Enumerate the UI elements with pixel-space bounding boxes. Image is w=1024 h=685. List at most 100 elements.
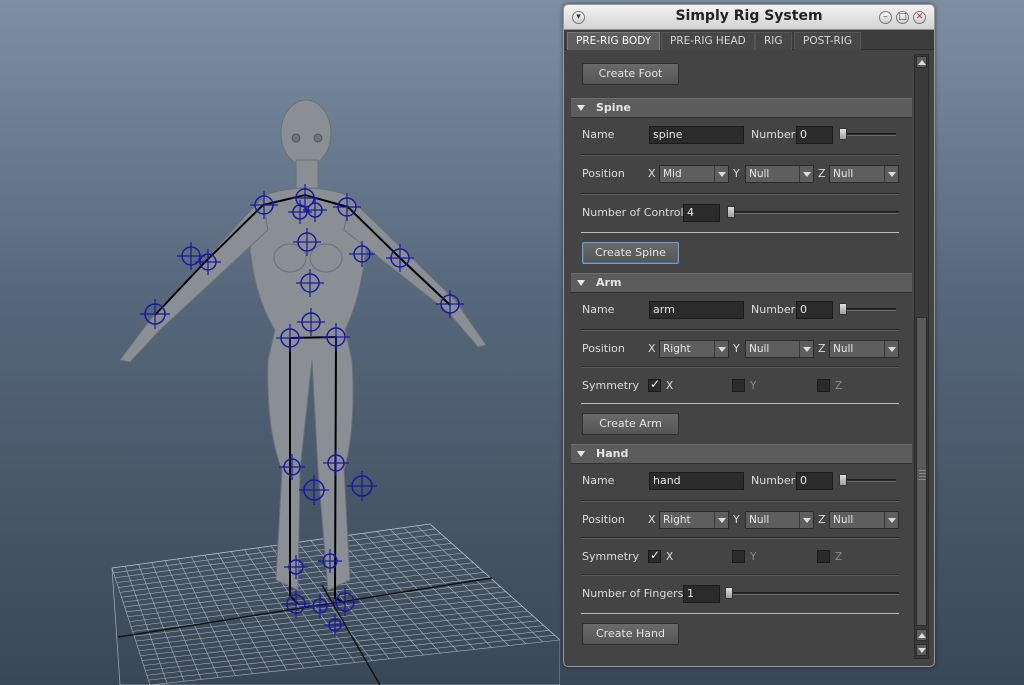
hand-fingers-field[interactable]: 1 [683,585,720,603]
maximize-icon[interactable]: □ [896,11,909,24]
left-eye [291,133,301,143]
create-foot-button[interactable]: Create Foot [582,63,679,85]
spine-name-field[interactable]: spine [649,126,744,144]
chevron-down-icon [714,166,728,182]
chevron-down-icon [799,166,813,182]
spine-x-dropdown[interactable]: Mid [659,165,729,183]
spine-controls-slider[interactable] [727,211,899,214]
spine-position-label: Position [582,167,625,180]
arm-symmetry-x-checkbox[interactable] [648,377,661,392]
spine-controls-slider-thumb[interactable] [727,206,735,218]
create-arm-button[interactable]: Create Arm [582,413,679,435]
arm-header-label: Arm [596,276,622,289]
hand-sym-y-label: Y [750,551,757,563]
tab-post-rig[interactable]: POST-RIG [794,32,862,50]
hand-name-field[interactable]: hand [649,472,744,490]
hand-z-dropdown[interactable]: Null [829,511,899,529]
spine-y-dropdown[interactable]: Null [745,165,814,183]
hand-symmetry-label: Symmetry [582,550,640,563]
create-hand-button[interactable]: Create Hand [582,623,679,645]
collapse-triangle-icon [577,105,585,111]
hand-z-value: Null [833,514,854,526]
tab-pre-rig-body[interactable]: PRE-RIG BODY [567,32,661,50]
create-spine-button[interactable]: Create Spine [582,242,679,264]
tab-rig[interactable]: RIG [755,32,792,50]
divider [581,403,899,405]
locator-crosshair [308,594,332,618]
arm-y-dropdown[interactable]: Null [745,340,814,358]
scroll-down-arrow-icon[interactable] [916,644,927,656]
scene-canvas[interactable] [0,0,560,685]
axis-x-label: X [648,167,656,180]
divider [581,193,899,195]
spine-z-value: Null [833,168,854,180]
hand-name-label: Name [582,474,615,487]
chevron-down-icon [714,341,728,357]
character-mesh[interactable] [119,99,487,591]
scrollbar-thumb[interactable] [916,317,927,626]
divider [581,574,899,576]
arm-name-field[interactable]: arm [649,301,744,319]
arm-symmetry-z-checkbox[interactable] [817,379,830,392]
hand-fingers-slider[interactable] [725,592,899,595]
minimize-icon[interactable]: – [879,11,892,24]
spine-section-header[interactable]: Spine [571,98,912,118]
scroll-content: Create Foot Spine Name spine Number 0 Po… [569,52,912,660]
axis-z-label: Z [818,342,826,355]
spine-number-label: Number [751,128,796,141]
arm-section-header[interactable]: Arm [571,273,912,293]
title-bar[interactable]: ▾ Simply Rig System – □ ✕ [564,5,934,30]
spine-z-dropdown[interactable]: Null [829,165,899,183]
arm-number-label: Number [751,303,796,316]
spine-number-slider[interactable] [839,133,896,136]
hand-number-label: Number [751,474,796,487]
spine-y-value: Null [749,168,770,180]
hand-section-header[interactable]: Hand [571,444,912,464]
divider [581,500,899,502]
spine-number-slider-thumb[interactable] [839,128,847,140]
hand-symmetry-x-checkbox[interactable] [648,548,661,563]
close-icon[interactable]: ✕ [913,11,926,24]
vertical-scrollbar[interactable] [914,54,929,659]
divider [581,366,899,368]
arm-number-slider-thumb[interactable] [839,303,847,315]
hand-symmetry-z-checkbox[interactable] [817,550,830,563]
divider [581,613,899,615]
chevron-down-icon [714,512,728,528]
chevron-down-icon [799,341,813,357]
locator-crosshair [347,471,377,501]
hand-symmetry-y-checkbox[interactable] [732,550,745,563]
divider [581,329,899,331]
arm-z-dropdown[interactable]: Null [829,340,899,358]
arm-x-dropdown[interactable]: Right [659,340,729,358]
spine-x-value: Mid [663,168,682,180]
simply-rig-window[interactable]: ▾ Simply Rig System – □ ✕ PRE-RIG BODY P… [563,4,935,667]
scroll-up-arrow-icon[interactable] [916,629,927,641]
spine-number-field[interactable]: 0 [796,126,833,144]
hand-number-slider[interactable] [839,479,896,482]
hand-x-dropdown[interactable]: Right [659,511,729,529]
hand-y-dropdown[interactable]: Null [745,511,814,529]
arm-symmetry-label: Symmetry [582,379,640,392]
arm-symmetry-y-checkbox[interactable] [732,379,745,392]
tab-pre-rig-head[interactable]: PRE-RIG HEAD [661,32,755,50]
divider [581,232,899,234]
locator-crosshair [324,614,346,636]
arm-number-slider[interactable] [839,308,896,311]
spine-controls-field[interactable]: 4 [683,204,720,222]
hand-number-slider-thumb[interactable] [839,474,847,486]
collapse-triangle-icon [577,280,585,286]
scroll-up-arrow-icon[interactable] [916,56,927,68]
axis-z-label: Z [818,513,826,526]
chevron-down-icon [884,166,898,182]
hand-fingers-label: Number of Fingers [582,587,684,600]
hand-position-label: Position [582,513,625,526]
spine-controls-label: Number of Controls [582,206,690,219]
hand-sym-x-label: X [666,551,674,563]
axis-x-label: X [648,342,656,355]
hand-number-field[interactable]: 0 [796,472,833,490]
arm-z-value: Null [833,343,854,355]
axis-y-label: Y [733,342,740,355]
hand-fingers-slider-thumb[interactable] [725,587,733,599]
arm-number-field[interactable]: 0 [796,301,833,319]
